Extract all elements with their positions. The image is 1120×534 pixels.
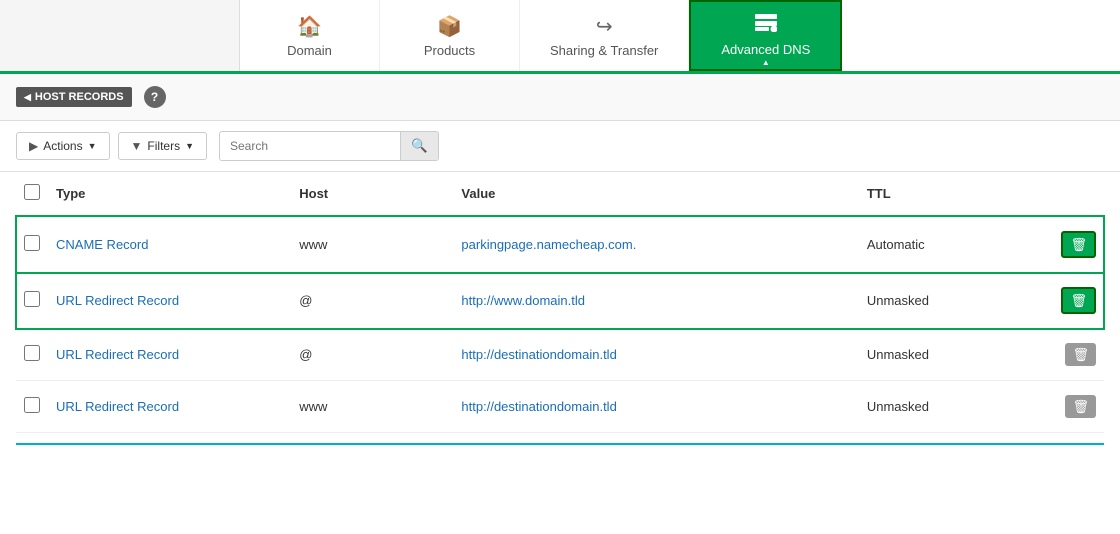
row-value: http://destinationdomain.tld [453,381,858,433]
actions-button[interactable]: ▶ Actions ▼ [16,132,110,160]
host-records-label: HOST RECORDS [35,91,124,103]
row-checkbox-0[interactable] [24,235,40,251]
table-row: CNAME Recordwwwparkingpage.namecheap.com… [16,216,1104,273]
bottom-border [16,443,1104,445]
advanced-dns-icon [755,14,777,38]
delete-button[interactable]: 🗑 [1061,231,1096,258]
row-ttl: Automatic [859,216,1054,273]
row-value: http://www.domain.tld [453,273,858,329]
row-value: parkingpage.namecheap.com. [453,216,858,273]
domain-icon: 🏠 [297,14,322,39]
tab-advanced-dns[interactable]: Advanced DNS [689,0,842,71]
row-host: www [291,381,453,433]
row-type: URL Redirect Record [48,273,291,329]
tab-sharing-label: Sharing & Transfer [550,43,658,58]
tab-domain-label: Domain [287,43,332,58]
tab-advanced-dns-label: Advanced DNS [721,42,810,57]
row-action: 🗑 [1053,216,1104,273]
row-type: URL Redirect Record [48,329,291,381]
row-host: @ [291,273,453,329]
select-all-checkbox[interactable] [24,184,40,200]
row-ttl: Unmasked [859,273,1054,329]
delete-button[interactable]: 🗑 [1065,343,1096,366]
tab-domain[interactable]: 🏠 Domain [240,0,380,71]
tab-sharing[interactable]: ↪ Sharing & Transfer [520,0,689,71]
row-checkbox-3[interactable] [24,397,40,413]
table-header-row: Type Host Value TTL [16,172,1104,216]
search-button[interactable]: 🔍 [400,132,438,160]
nav-tabs: 🏠 Domain 📦 Products ↪ Sharing & Transfer… [240,0,1120,71]
filter-icon: ▼ [131,139,143,153]
header-checkbox [16,172,48,216]
row-action: 🗑 [1053,329,1104,381]
search-wrapper: 🔍 [219,131,439,161]
top-navigation: 🏠 Domain 📦 Products ↪ Sharing & Transfer… [0,0,1120,74]
row-checkbox-1[interactable] [24,291,40,307]
play-icon: ▶ [29,139,38,153]
row-host: www [291,216,453,273]
sharing-icon: ↪ [596,14,613,39]
section-header: HOST RECORDS ? [0,74,1120,121]
actions-label: Actions [43,139,82,153]
table-container: Type Host Value TTL CNAME Recordwwwparki… [0,172,1120,445]
row-ttl: Unmasked [859,381,1054,433]
products-icon: 📦 [437,14,462,39]
row-type: CNAME Record [48,216,291,273]
filters-button[interactable]: ▼ Filters ▼ [118,132,207,160]
table-row: URL Redirect Record@http://www.domain.tl… [16,273,1104,329]
help-icon[interactable]: ? [144,86,166,108]
filters-label: Filters [147,139,180,153]
actions-caret: ▼ [88,141,97,151]
nav-spacer [0,0,240,71]
header-actions [1053,172,1104,216]
tab-products-label: Products [424,43,475,58]
header-host: Host [291,172,453,216]
records-table: Type Host Value TTL CNAME Recordwwwparki… [16,172,1104,433]
row-action: 🗑 [1053,381,1104,433]
table-row: URL Redirect Record@http://destinationdo… [16,329,1104,381]
table-row: URL Redirect Recordwwwhttp://destination… [16,381,1104,433]
filters-caret: ▼ [185,141,194,151]
row-host: @ [291,329,453,381]
row-checkbox-2[interactable] [24,345,40,361]
toolbar: ▶ Actions ▼ ▼ Filters ▼ 🔍 [0,121,1120,172]
row-ttl: Unmasked [859,329,1054,381]
header-ttl: TTL [859,172,1054,216]
row-type: URL Redirect Record [48,381,291,433]
row-action: 🗑 [1053,273,1104,329]
search-input[interactable] [220,133,400,159]
header-value: Value [453,172,858,216]
row-value: http://destinationdomain.tld [453,329,858,381]
header-type: Type [48,172,291,216]
tab-products[interactable]: 📦 Products [380,0,520,71]
host-records-badge: HOST RECORDS [16,87,132,107]
delete-button[interactable]: 🗑 [1061,287,1096,314]
delete-button[interactable]: 🗑 [1065,395,1096,418]
